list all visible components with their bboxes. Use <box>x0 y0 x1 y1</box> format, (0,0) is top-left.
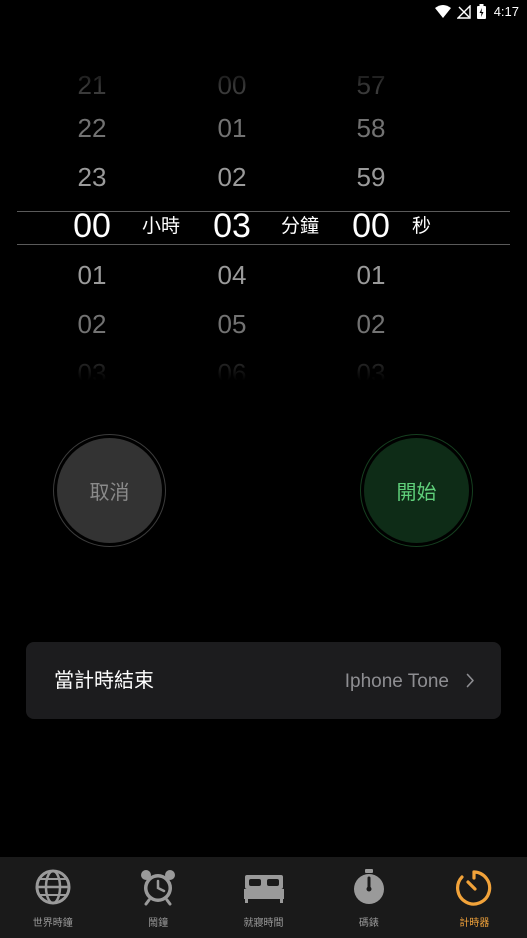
hours-unit-label: 小時 <box>142 215 181 237</box>
tab-label: 就寢時間 <box>243 918 284 929</box>
alarm-clock-icon <box>138 867 178 907</box>
status-bar: 4:17 <box>0 0 527 24</box>
hours-selected[interactable]: 00 <box>52 209 132 243</box>
start-button[interactable]: 開始 <box>360 434 473 547</box>
timer-icon <box>454 867 494 907</box>
selection-line-bottom <box>17 244 510 245</box>
minutes-row[interactable]: 01 <box>192 115 272 141</box>
tab-stopwatch[interactable]: 碼錶 <box>316 857 421 938</box>
minutes-wheel[interactable]: 00 01 02 03 04 05 06 <box>192 62 272 380</box>
tab-label: 碼錶 <box>358 918 379 929</box>
cancel-button-label: 取消 <box>57 438 162 543</box>
start-button-label: 開始 <box>364 438 469 543</box>
picker-fade-top <box>0 62 527 88</box>
status-time: 4:17 <box>493 4 519 19</box>
timer-end-sound-row[interactable]: 當計時結束 Iphone Tone <box>26 642 501 719</box>
timer-end-label: 當計時結束 <box>54 668 154 692</box>
tab-bedtime[interactable]: 就寢時間 <box>211 857 316 938</box>
seconds-row[interactable]: 02 <box>331 311 411 337</box>
selection-line-top <box>17 211 510 212</box>
tab-alarm[interactable]: 鬧鐘 <box>105 857 210 938</box>
cancel-button[interactable]: 取消 <box>53 434 166 547</box>
minutes-row[interactable]: 04 <box>192 262 272 288</box>
hours-row[interactable]: 23 <box>52 164 132 190</box>
tab-world-clock[interactable]: 世界時鐘 <box>0 857 105 938</box>
tab-timer[interactable]: 計時器 <box>422 857 527 938</box>
stopwatch-icon <box>349 867 389 907</box>
ringtone-value: Iphone Tone <box>344 671 449 692</box>
minutes-selected[interactable]: 03 <box>192 209 272 243</box>
seconds-unit-label: 秒 <box>412 215 432 237</box>
picker-fade-bottom <box>0 354 527 380</box>
no-sim-icon <box>456 4 471 19</box>
seconds-row[interactable]: 58 <box>331 115 411 141</box>
chevron-right-icon <box>466 673 474 688</box>
timer-picker[interactable]: 21 22 23 00 01 02 03 00 01 02 03 04 05 0… <box>0 62 527 380</box>
seconds-wheel[interactable]: 57 58 59 00 01 02 03 <box>331 62 411 380</box>
hours-wheel[interactable]: 21 22 23 00 01 02 03 <box>52 62 132 380</box>
wifi-icon <box>434 5 451 18</box>
hours-row[interactable]: 22 <box>52 115 132 141</box>
battery-icon <box>476 4 486 19</box>
status-icons: 4:17 <box>434 4 519 19</box>
minutes-unit-label: 分鐘 <box>281 215 320 237</box>
tab-label: 世界時鐘 <box>32 918 73 929</box>
seconds-row[interactable]: 01 <box>331 262 411 288</box>
hours-row[interactable]: 01 <box>52 262 132 288</box>
seconds-selected[interactable]: 00 <box>331 209 411 243</box>
tab-label: 鬧鐘 <box>148 918 169 929</box>
tab-label: 計時器 <box>459 918 490 929</box>
bed-icon <box>243 867 284 907</box>
globe-icon <box>33 867 73 907</box>
minutes-row[interactable]: 05 <box>192 311 272 337</box>
tab-bar: 世界時鐘 鬧鐘 就寢時間 碼錶 計時器 <box>0 857 527 938</box>
hours-row[interactable]: 02 <box>52 311 132 337</box>
seconds-row[interactable]: 59 <box>331 164 411 190</box>
minutes-row[interactable]: 02 <box>192 164 272 190</box>
